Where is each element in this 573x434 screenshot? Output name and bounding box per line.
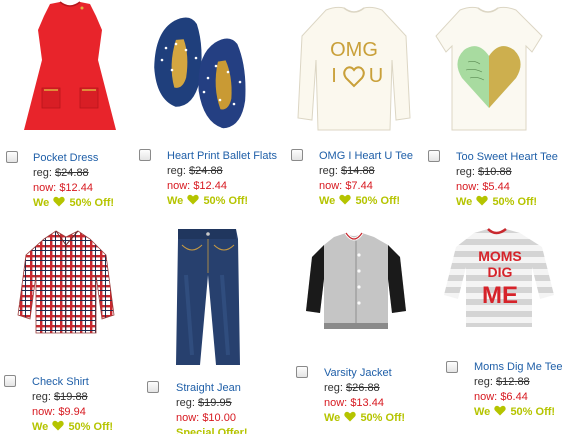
- promo-text: We 50% Off!: [324, 411, 406, 424]
- compare-checkbox[interactable]: [139, 149, 151, 161]
- compare-checkbox[interactable]: [428, 150, 440, 162]
- product-name-link[interactable]: Heart Print Ballet Flats: [167, 149, 277, 164]
- promo-text: We 50% Off!: [456, 195, 538, 208]
- sale-price: now: $9.94: [32, 406, 86, 418]
- product-card: Heart Print Ballet Flats reg: $24.88 now…: [136, 0, 277, 215]
- product-name-link[interactable]: OMG I Heart U Tee: [319, 149, 413, 164]
- heart-icon: [53, 196, 66, 207]
- heart-icon: [187, 194, 200, 205]
- sale-price: now: $10.00: [176, 412, 236, 424]
- shirt-text: MOMS: [478, 248, 522, 264]
- heart-icon: [344, 411, 357, 422]
- promo-text: We 50% Off!: [167, 194, 249, 207]
- product-card: Pocket Dress reg: $24.88 now: $12.44 We …: [0, 0, 136, 215]
- compare-checkbox[interactable]: [291, 149, 303, 161]
- promo-text: Special Offer!: [176, 427, 248, 434]
- product-card: Too Sweet Heart Tee reg: $10.88 now: $5.…: [424, 0, 560, 215]
- regular-price: reg: $19.88: [32, 391, 88, 403]
- red-dress-icon[interactable]: [0, 0, 140, 140]
- product-name-link[interactable]: Too Sweet Heart Tee: [456, 150, 558, 165]
- product-card: Varsity Jacket reg: $26.88 now: $13.44 W…: [292, 215, 428, 434]
- regular-price: reg: $19.95: [176, 397, 232, 409]
- promo-text: We 50% Off!: [32, 420, 114, 433]
- regular-price: reg: $24.88: [33, 167, 89, 179]
- product-name-link[interactable]: Pocket Dress: [33, 151, 114, 166]
- product-card: Straight Jean reg: $19.95 now: $10.00 Sp…: [142, 215, 278, 434]
- heart-icon: [476, 195, 489, 206]
- shirt-text: OMG: [330, 39, 378, 61]
- compare-checkbox[interactable]: [147, 381, 159, 393]
- regular-price: reg: $14.88: [319, 165, 375, 177]
- compare-checkbox[interactable]: [296, 366, 308, 378]
- sale-price: now: $12.44: [167, 180, 227, 192]
- shirt-text: I: [331, 65, 337, 87]
- regular-price: reg: $12.88: [474, 376, 530, 388]
- check-shirt-icon[interactable]: [0, 215, 140, 355]
- promo-text: We 50% Off!: [33, 196, 115, 209]
- regular-price: reg: $10.88: [456, 166, 512, 178]
- moms-dig-me-tee-icon[interactable]: MOMS DIG ME: [444, 215, 569, 355]
- sale-price: now: $12.44: [33, 182, 93, 194]
- product-name-link[interactable]: Varsity Jacket: [324, 366, 405, 381]
- ballet-flats-icon[interactable]: [136, 0, 276, 140]
- jeans-icon[interactable]: [142, 215, 282, 375]
- heart-icon: [339, 194, 352, 205]
- shirt-text: ME: [482, 282, 518, 309]
- shirt-text: U: [369, 65, 383, 87]
- product-name-link[interactable]: Moms Dig Me Tee: [474, 360, 562, 375]
- promo-text: We 50% Off!: [319, 194, 401, 207]
- omg-tee-icon[interactable]: OMG I U: [288, 0, 428, 140]
- heart-icon: [52, 420, 65, 431]
- product-card: OMG I U OMG I Heart U Tee reg: $14.88 no…: [288, 0, 424, 215]
- promo-text: We 50% Off!: [474, 405, 556, 418]
- heart-icon: [494, 405, 507, 416]
- sale-price: now: $7.44: [319, 180, 373, 192]
- product-card: MOMS DIG ME Moms Dig Me Tee reg: $12.88 …: [444, 215, 573, 434]
- sale-price: now: $13.44: [324, 397, 384, 409]
- sale-price: now: $5.44: [456, 181, 510, 193]
- heart-tee-icon[interactable]: [424, 0, 564, 140]
- shirt-text: DIG: [488, 264, 513, 280]
- regular-price: reg: $24.88: [167, 165, 223, 177]
- compare-checkbox[interactable]: [446, 361, 458, 373]
- product-name-link[interactable]: Check Shirt: [32, 375, 113, 390]
- sale-price: now: $6.44: [474, 391, 528, 403]
- regular-price: reg: $26.88: [324, 382, 380, 394]
- product-card: Check Shirt reg: $19.88 now: $9.94 We 50…: [0, 215, 136, 434]
- product-name-link[interactable]: Straight Jean: [176, 381, 248, 396]
- varsity-jacket-icon[interactable]: [292, 215, 432, 355]
- compare-checkbox[interactable]: [4, 375, 16, 387]
- compare-checkbox[interactable]: [6, 151, 18, 163]
